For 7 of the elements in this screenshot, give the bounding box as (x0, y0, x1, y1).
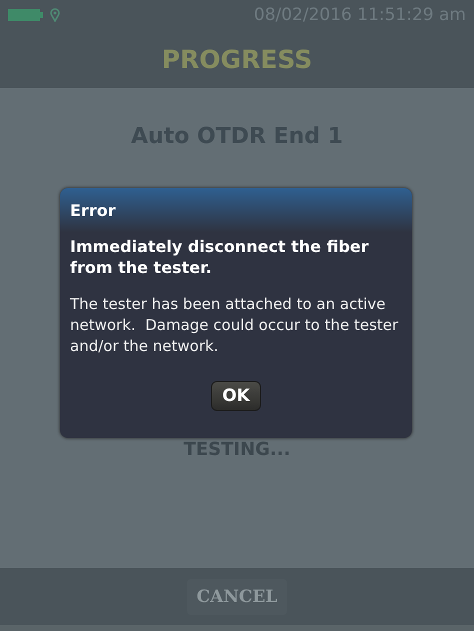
screen-title: PROGRESS (162, 44, 312, 74)
dialog-title: Error (60, 188, 412, 232)
dialog-message: The tester has been attached to an active network. Damage could occur to the tester and/or the network. (70, 294, 400, 357)
ok-button[interactable]: OK (211, 381, 261, 411)
location-pin-icon (50, 8, 60, 22)
dialog-headline: Immediately disconnect the fiber from the tester. (70, 236, 370, 278)
battery-icon (8, 8, 44, 22)
